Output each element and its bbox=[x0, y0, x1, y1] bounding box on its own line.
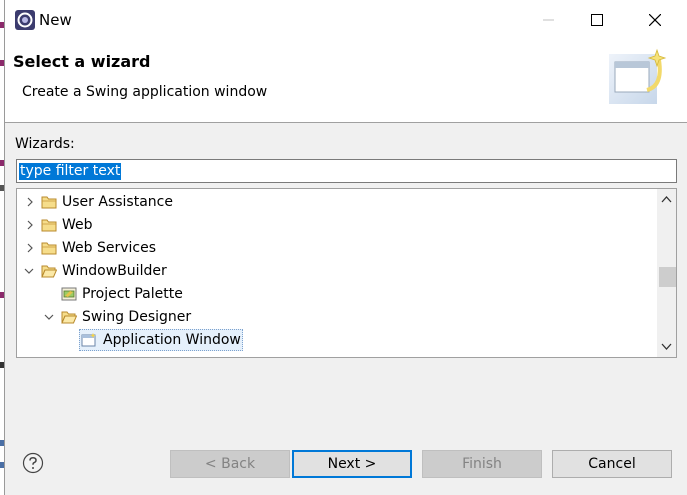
wizard-banner-icon bbox=[609, 46, 667, 106]
page-description: Create a Swing application window bbox=[22, 84, 268, 100]
chevron-down-icon[interactable] bbox=[24, 266, 34, 276]
wizard-header: Select a wizard Create a Swing applicati… bbox=[5, 40, 687, 123]
tree-item-project-palette[interactable]: Project Palette bbox=[17, 283, 657, 306]
chevron-right-icon[interactable] bbox=[25, 243, 35, 253]
tree-item-windowbuilder[interactable]: WindowBuilder bbox=[17, 260, 657, 283]
scrollbar-thumb[interactable] bbox=[659, 267, 676, 287]
tree-item-label: Web Services bbox=[62, 240, 157, 256]
eclipse-icon bbox=[15, 10, 35, 30]
window-title: New bbox=[39, 11, 72, 29]
filter-text: type filter text bbox=[19, 163, 122, 180]
tree-item-label: Project Palette bbox=[82, 286, 183, 302]
tree-item-swing-designer[interactable]: Swing Designer bbox=[17, 306, 657, 329]
folder-icon bbox=[41, 242, 57, 255]
help-button[interactable] bbox=[22, 452, 44, 474]
scroll-up-icon[interactable] bbox=[661, 194, 672, 205]
new-wizard-dialog: New Select a wizard Create a Swing appli… bbox=[4, 0, 687, 495]
folder-icon bbox=[41, 196, 57, 209]
page-title: Select a wizard bbox=[13, 52, 151, 71]
back-button[interactable]: < Back bbox=[170, 450, 290, 478]
tree-item-label: User Assistance bbox=[62, 194, 173, 210]
folder-open-icon bbox=[61, 311, 77, 324]
tree-item-label: WindowBuilder bbox=[62, 263, 167, 279]
tree-item-web[interactable]: Web bbox=[17, 214, 657, 237]
chevron-right-icon[interactable] bbox=[25, 197, 35, 207]
close-button[interactable] bbox=[632, 0, 678, 40]
scroll-down-icon[interactable] bbox=[661, 341, 672, 352]
cancel-button[interactable]: Cancel bbox=[552, 450, 672, 478]
tree-vertical-scrollbar[interactable] bbox=[657, 189, 676, 357]
minimize-button[interactable] bbox=[526, 0, 572, 40]
tree-item-label: Web bbox=[62, 217, 93, 233]
wizards-label: Wizards: bbox=[15, 136, 75, 152]
new-window-icon bbox=[81, 333, 96, 347]
finish-button[interactable]: Finish bbox=[422, 450, 542, 478]
folder-open-icon bbox=[41, 265, 57, 278]
folder-icon bbox=[41, 219, 57, 232]
wizard-tree[interactable]: User Assistance Web Web Services WindowB… bbox=[16, 188, 677, 358]
palette-icon bbox=[61, 287, 77, 301]
tree-item-label: Swing Designer bbox=[82, 309, 192, 325]
filter-input[interactable]: type filter text bbox=[16, 159, 677, 183]
next-button[interactable]: Next > bbox=[292, 450, 412, 478]
tree-item-application-window[interactable]: Application Window bbox=[17, 329, 657, 352]
maximize-button[interactable] bbox=[574, 0, 620, 40]
help-icon bbox=[22, 452, 44, 474]
chevron-down-icon[interactable] bbox=[44, 312, 54, 322]
tree-item-web-services[interactable]: Web Services bbox=[17, 237, 657, 260]
tree-item-label: Application Window bbox=[103, 332, 241, 348]
title-bar[interactable]: New bbox=[5, 0, 687, 40]
chevron-right-icon[interactable] bbox=[25, 220, 35, 230]
tree-item-user-assistance[interactable]: User Assistance bbox=[17, 191, 657, 214]
